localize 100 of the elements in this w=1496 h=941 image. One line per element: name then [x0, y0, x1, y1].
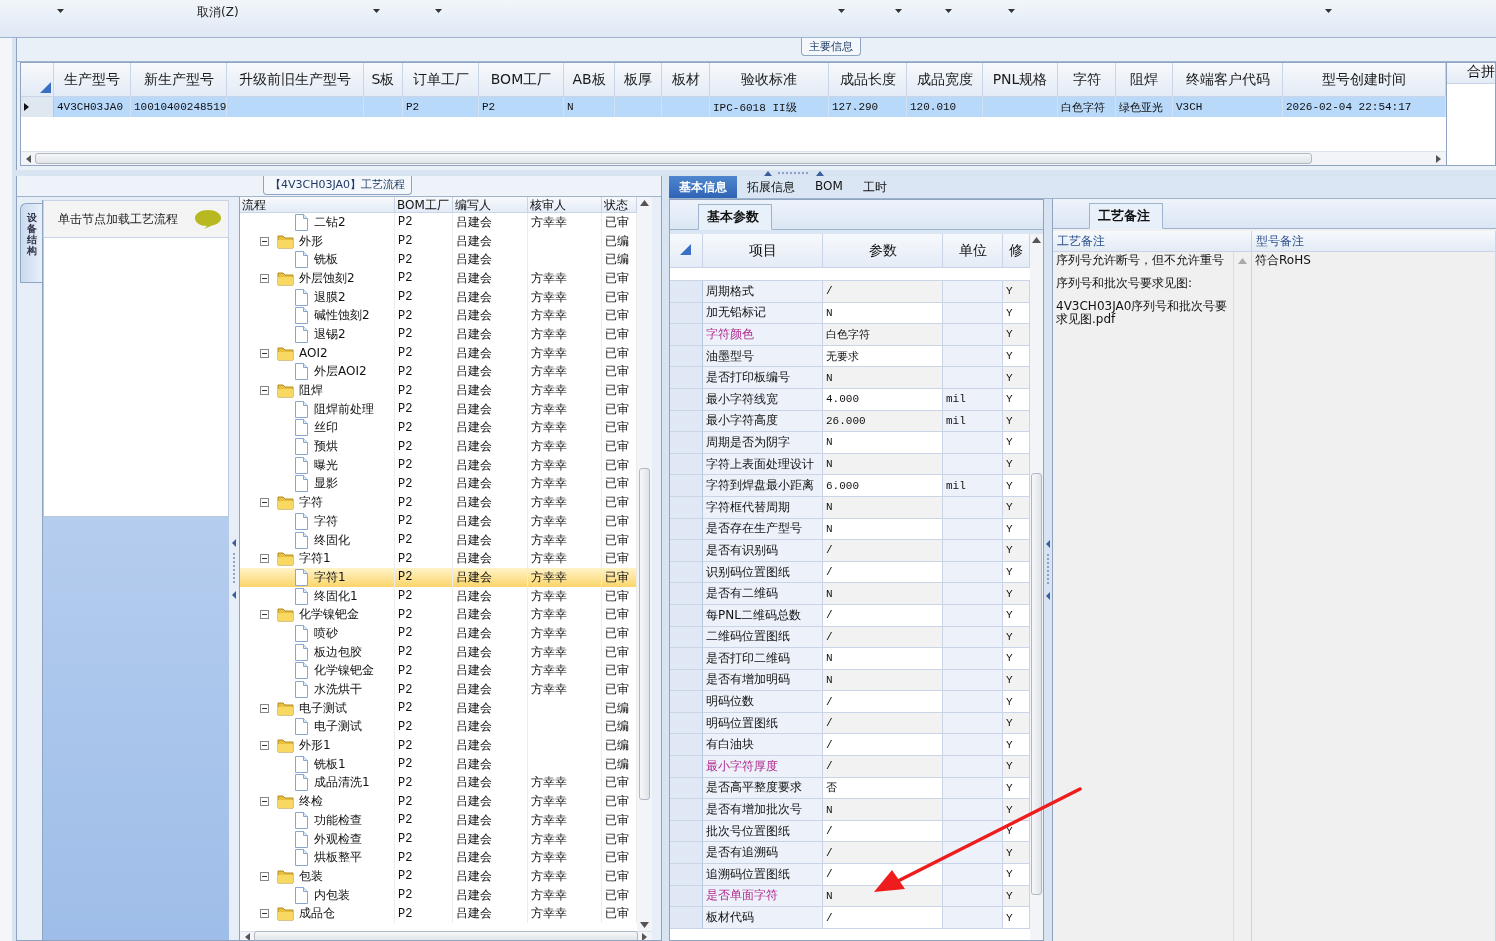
tree-row[interactable]: 烘板整平 P2 吕建会 方幸幸 已审	[240, 848, 637, 868]
table-cell: 方幸幸	[528, 437, 602, 456]
document-icon	[294, 531, 309, 549]
document-icon	[294, 475, 309, 493]
scrollbar[interactable]	[21, 151, 1446, 165]
column-header[interactable]: 合拼	[1447, 63, 1495, 84]
table-cell: N	[823, 583, 943, 605]
collapse-icon[interactable]	[260, 348, 269, 358]
collapse-icon[interactable]	[260, 797, 269, 807]
table-cell: 有白油块	[703, 734, 823, 757]
tree-row[interactable]: 阻焊 P2 吕建会 方幸幸 已审	[240, 381, 637, 400]
folder-icon	[277, 738, 294, 754]
column-header[interactable]: BOM工厂	[395, 197, 453, 212]
tree-row[interactable]: 内包装 P2 吕建会 方幸幸 已审	[240, 885, 637, 905]
table-row[interactable]: 4V3CH03JA0 10010400248519 P2 P2 N IPC-6018 II级 127.290 120.010 白色字符 绿色亚光 V3CH 2026-02-04 22:54:17	[21, 97, 1446, 117]
column-header[interactable]: 型号备注	[1252, 231, 1495, 252]
scrollbar[interactable]	[1030, 234, 1043, 940]
tree-row[interactable]: 铣板 P2 吕建会 已编	[240, 250, 637, 270]
document-icon	[294, 849, 309, 867]
table-cell: P2	[395, 455, 453, 475]
tree-row[interactable]: AOI2 P2 吕建会 方幸幸 已审	[240, 343, 637, 363]
document-icon	[294, 400, 309, 418]
tree-row[interactable]: 字符 P2 吕建会 方幸幸 已审	[240, 512, 637, 531]
collapse-icon[interactable]	[260, 498, 269, 508]
tree-label: 铣板1	[314, 755, 346, 773]
tree-row[interactable]: 化学镍钯金 P2 吕建会 方幸幸 已审	[240, 605, 637, 625]
table-cell: N	[823, 496, 943, 519]
collapse-icon[interactable]	[260, 741, 269, 751]
tree-row[interactable]: 退膜2 P2 吕建会 方幸幸 已审	[240, 287, 637, 307]
collapse-icon[interactable]	[260, 871, 269, 881]
tree-row[interactable]: 外形1 P2 吕建会 已编	[240, 736, 637, 755]
tree-row[interactable]: 包装 P2 吕建会 方幸幸 已审	[240, 867, 637, 886]
table-cell: 吕建会	[453, 213, 528, 232]
collapse-icon[interactable]	[260, 236, 269, 246]
scroll-right-icon	[1436, 154, 1442, 163]
tree-row[interactable]: 外层蚀刻2 P2 吕建会 方幸幸 已审	[240, 269, 637, 288]
collapse-icon[interactable]	[260, 386, 269, 396]
table-cell: 绿色亚光	[1116, 97, 1173, 117]
tab[interactable]: 基本参数	[698, 204, 772, 230]
tab[interactable]: BOM	[805, 176, 853, 198]
table-cell: P2	[395, 325, 453, 344]
caret-icon	[434, 9, 442, 13]
tree-row[interactable]: 预烘 P2 吕建会 方幸幸 已审	[240, 437, 637, 456]
tree-row[interactable]: 终固化1 P2 吕建会 方幸幸 已审	[240, 586, 637, 606]
collapse-icon[interactable]	[260, 554, 269, 564]
table-cell: 追溯码位置图纸	[703, 864, 823, 886]
table-cell: P2	[395, 792, 453, 811]
folder-icon	[277, 233, 294, 249]
column-header[interactable]: 工艺备注	[1053, 231, 1251, 252]
collapse-icon[interactable]	[260, 610, 269, 620]
tree-row[interactable]: 阻焊前处理 P2 吕建会 方幸幸 已审	[240, 399, 637, 419]
tree-row[interactable]: 电子测试 P2 吕建会 已编	[240, 717, 637, 737]
tab[interactable]: 工艺备注	[1089, 203, 1163, 229]
collapse-icon[interactable]	[260, 273, 269, 283]
tree-row[interactable]: 碱性蚀刻2 P2 吕建会 方幸幸 已审	[240, 306, 637, 326]
table-cell: 方幸幸	[528, 811, 602, 830]
tree-row[interactable]: 成品清洗1 P2 吕建会 方幸幸 已审	[240, 773, 637, 793]
tree-row[interactable]: 终固化 P2 吕建会 方幸幸 已审	[240, 530, 637, 550]
cancel-button[interactable]: 取消(Z)	[197, 1, 239, 21]
collapse-icon[interactable]	[260, 703, 269, 713]
tree-row[interactable]: 二钻2 P2 吕建会 方幸幸 已审	[240, 213, 637, 232]
table-cell: 吕建会	[453, 885, 528, 905]
scrollbar[interactable]	[637, 197, 652, 931]
table-cell: P2	[395, 213, 453, 232]
tree-label: 阻焊	[299, 382, 323, 400]
table-cell: Y	[1003, 324, 1030, 346]
scrollbar[interactable]	[240, 931, 652, 940]
tree-row[interactable]: 铣板1 P2 吕建会 已编	[240, 754, 637, 774]
tree-row[interactable]: 终检 P2 吕建会 方幸幸 已审	[240, 792, 637, 811]
document-icon	[294, 624, 309, 642]
table-cell: 吕建会	[453, 624, 528, 643]
tree-row[interactable]: 外形 P2 吕建会 已编	[240, 231, 637, 251]
tree-label: 内包装	[314, 886, 350, 904]
tree-row[interactable]: 外观检查 P2 吕建会 方幸幸 已审	[240, 829, 637, 849]
tree-row[interactable]: 水洗烘干 P2 吕建会 方幸幸 已审	[240, 680, 637, 699]
tab[interactable]: 工时	[852, 176, 897, 198]
side-tab[interactable]: 设备结构	[20, 203, 42, 283]
tree-row[interactable]: 显影 P2 吕建会 方幸幸 已审	[240, 474, 637, 494]
tree-row[interactable]: 板边包胶 P2 吕建会 方幸幸 已审	[240, 642, 637, 662]
table-cell: Y	[1003, 453, 1030, 476]
tree-row[interactable]: 丝印 P2 吕建会 方幸幸 已审	[240, 418, 637, 438]
collapse-icon[interactable]	[260, 909, 269, 919]
tree-row[interactable]: 化学镍钯金 P2 吕建会 方幸幸 已审	[240, 661, 637, 681]
tab[interactable]: 基本信息	[669, 176, 737, 198]
tree-row[interactable]: 成品仓 P2 吕建会 方幸幸 已审	[240, 904, 637, 924]
tree-row[interactable]: 曝光 P2 吕建会 方幸幸 已审	[240, 455, 637, 475]
column-header[interactable]: 编写人	[453, 197, 528, 212]
tree-row[interactable]: 喷砂 P2 吕建会 方幸幸 已审	[240, 624, 637, 643]
tree-row[interactable]: 字符 P2 吕建会 方幸幸 已审	[240, 493, 637, 512]
tab[interactable]: 拓展信息	[737, 176, 805, 198]
column-header[interactable]: 流程	[240, 197, 395, 212]
table-cell: 周期格式	[703, 281, 823, 303]
folder-icon	[277, 383, 294, 399]
tree-row[interactable]: 字符1 P2 吕建会 方幸幸 已审	[240, 568, 637, 587]
tree-row[interactable]: 电子测试 P2 吕建会 已编	[240, 698, 637, 718]
tree-row[interactable]: 外层AOI2 P2 吕建会 方幸幸 已审	[240, 362, 637, 382]
tree-row[interactable]: 退锡2 P2 吕建会 方幸幸 已审	[240, 325, 637, 344]
table-cell: 每PNL二维码总数	[703, 604, 823, 627]
column-header[interactable]: 核审人	[528, 197, 602, 212]
tree-row[interactable]: 功能检查 P2 吕建会 方幸幸 已审	[240, 811, 637, 830]
